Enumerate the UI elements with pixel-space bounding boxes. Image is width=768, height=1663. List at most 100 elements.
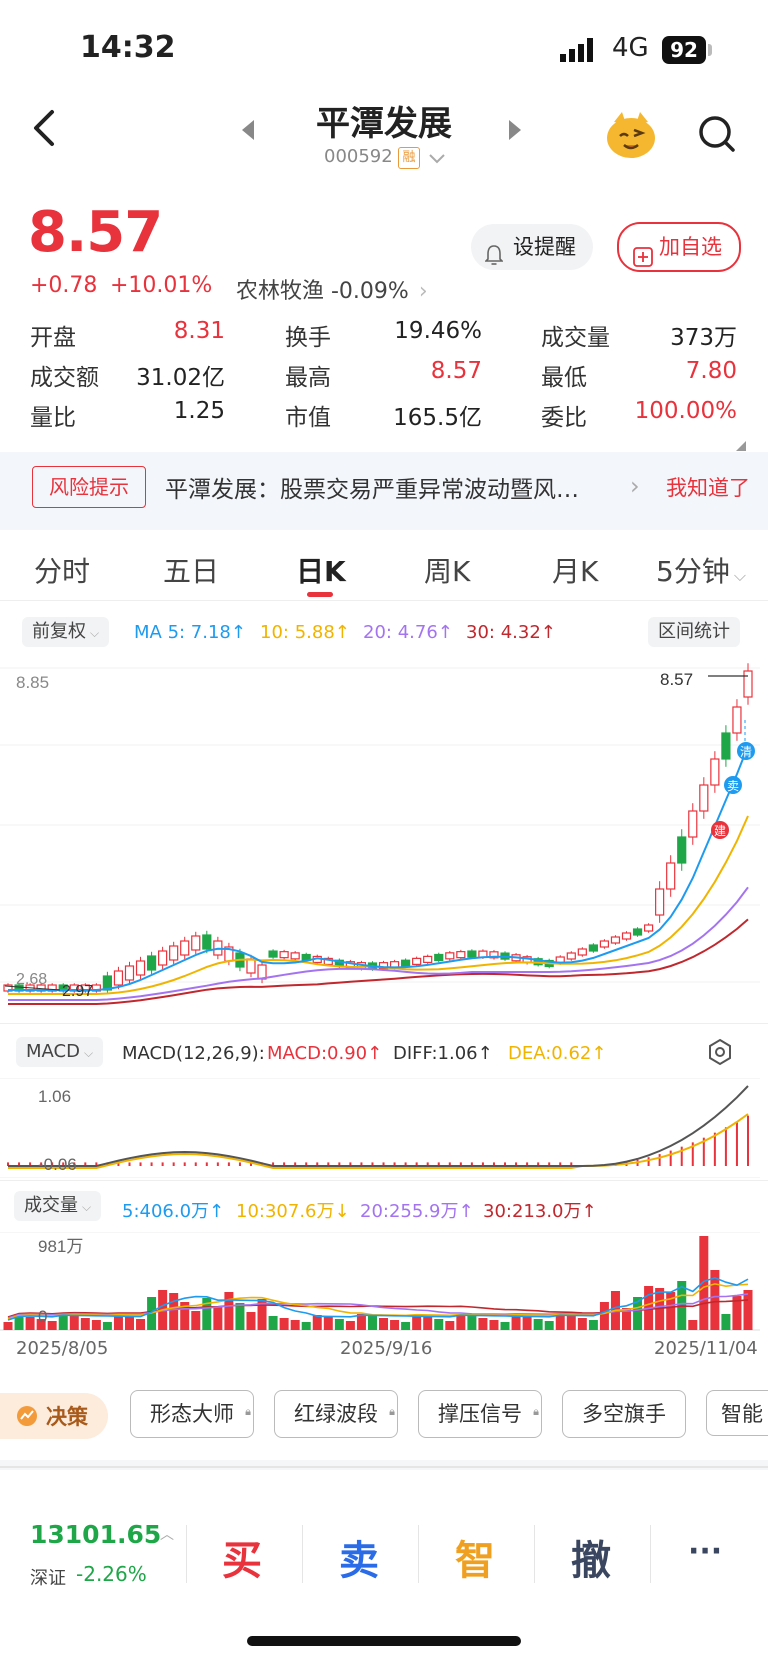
mascot-icon[interactable] — [604, 110, 658, 164]
chevron-right-icon: › — [418, 279, 428, 304]
adjust-selector[interactable]: 前复权 ⌵ — [22, 617, 110, 647]
tab-five-day[interactable]: 五日 — [163, 550, 219, 590]
margin-badge: 融 — [398, 147, 420, 169]
separator — [302, 1525, 303, 1583]
index-change: -2.26% — [76, 1562, 147, 1586]
sell-marker[interactable]: 卖 — [724, 776, 742, 794]
volume-bar — [224, 1292, 234, 1330]
candle — [632, 928, 643, 936]
volume-chart[interactable]: 981万 0 — [0, 1232, 768, 1332]
volume-bar — [246, 1312, 256, 1330]
volume-bar — [599, 1302, 609, 1330]
set-reminder-button[interactable]: 设提醒 — [471, 224, 593, 270]
decision-button[interactable]: 决策 — [0, 1393, 108, 1439]
next-stock-icon[interactable] — [507, 118, 523, 146]
candle — [279, 951, 289, 959]
buy-button[interactable]: 买 — [222, 1528, 262, 1586]
candle — [599, 940, 610, 948]
volume-bar — [345, 1321, 355, 1330]
signal-icon — [560, 38, 600, 66]
volume-bar — [213, 1307, 223, 1330]
build-marker[interactable]: 建 — [711, 821, 729, 839]
candle — [677, 836, 687, 864]
tool-red-green-band[interactable]: 红绿波段 🔒︎ — [274, 1390, 398, 1438]
chevron-down-icon[interactable] — [428, 150, 446, 169]
volume-bar — [434, 1319, 444, 1330]
chevron-down-icon: ⌵ — [83, 1046, 94, 1060]
volume-bar — [423, 1317, 433, 1330]
macd-selector[interactable]: MACD ⌵ — [16, 1037, 104, 1067]
stat-label: 成交量 — [541, 325, 610, 351]
volume-zero-label: 0 — [38, 1307, 47, 1326]
candle — [290, 952, 300, 960]
range-stat-button[interactable]: 区间统计 — [648, 617, 740, 647]
add-watchlist-button[interactable]: 加自选 — [617, 222, 741, 272]
cancel-order-button[interactable]: 撤 — [571, 1528, 611, 1586]
date-end: 2025/11/04 — [654, 1338, 758, 1359]
qing-marker-label: 清 — [740, 745, 752, 759]
volume-bar — [500, 1322, 510, 1330]
candle — [467, 950, 477, 958]
stat-value: 8.31 — [173, 318, 225, 344]
tool-smart[interactable]: 智能 — [706, 1390, 768, 1436]
macd-bottom-label: -0.06 — [38, 1155, 77, 1174]
tab-minute[interactable]: 分时 — [34, 550, 90, 590]
tool-bull-bear-flag[interactable]: 多空旗手 — [562, 1390, 686, 1438]
tab-daily-k[interactable]: 日K — [296, 550, 346, 590]
qing-marker[interactable]: 清 — [737, 742, 755, 760]
candle — [113, 970, 124, 986]
stat-label: 换手 — [285, 325, 331, 351]
industry-link[interactable]: 农林牧渔 -0.09% › — [236, 273, 428, 305]
diff-line — [8, 1085, 749, 1167]
candle — [202, 934, 212, 950]
stock-code: 000592 — [324, 146, 393, 167]
candle — [688, 810, 698, 838]
candle — [566, 952, 576, 960]
volume-selector[interactable]: 成交量 ⌵ — [14, 1191, 102, 1221]
volume-bar — [191, 1311, 201, 1330]
separator — [534, 1525, 535, 1583]
candle — [423, 955, 433, 963]
stat-value: 373万 — [670, 325, 737, 351]
smart-button[interactable]: 智 — [455, 1528, 495, 1586]
network-type: 4G — [612, 33, 649, 63]
stat-label: 委比 — [541, 405, 587, 431]
volume-bar — [334, 1319, 344, 1330]
lock-icon: 🔒︎ — [389, 1405, 395, 1418]
current-price: 8.57 — [28, 200, 163, 265]
stat-value: 19.46% — [394, 318, 482, 344]
tab-5min[interactable]: 5分钟 ⌵ — [656, 550, 746, 590]
index-value[interactable]: 13101.65 — [30, 1520, 161, 1549]
macd-chart[interactable]: 1.06 -0.06 — [0, 1078, 768, 1178]
tool-support-pressure[interactable]: 撑压信号 🔒︎ — [418, 1390, 542, 1438]
bell-icon — [484, 236, 504, 282]
search-icon[interactable] — [697, 114, 737, 158]
vol5-legend: 5:406.0万↑ — [122, 1201, 225, 1222]
risk-dismiss-button[interactable]: 我知道了 — [666, 472, 750, 502]
candle — [124, 965, 135, 981]
candle — [135, 960, 146, 976]
candle — [169, 945, 179, 961]
macd-top-label: 1.06 — [38, 1087, 71, 1106]
separator — [186, 1525, 187, 1583]
risk-text[interactable]: 平潭发展：股票交易严重异常波动暨风… — [165, 470, 615, 504]
tool-label: 形态大师 — [150, 1402, 234, 1426]
volume-bar — [522, 1317, 532, 1330]
volume-bar — [489, 1320, 499, 1330]
tab-weekly-k[interactable]: 周K — [424, 550, 470, 590]
more-button[interactable]: ··· — [688, 1534, 722, 1569]
candle — [721, 732, 731, 760]
stat-label: 成交额 — [30, 365, 99, 391]
chevron-down-icon: ⌵ — [82, 1200, 92, 1214]
chevron-up-icon[interactable]: ︿ — [160, 1524, 174, 1544]
candle — [257, 964, 267, 980]
stat-label: 量比 — [30, 405, 76, 431]
candle — [643, 924, 654, 932]
stat-value: 31.02亿 — [136, 365, 225, 391]
tab-monthly-k[interactable]: 月K — [552, 550, 598, 590]
high-price-label: 8.57 — [660, 670, 693, 689]
sell-button[interactable]: 卖 — [339, 1528, 379, 1586]
settings-gear-icon[interactable] — [706, 1038, 734, 1070]
tool-pattern-master[interactable]: 形态大师 🔒︎ — [130, 1390, 254, 1438]
kline-chart[interactable]: 8.57 8.85 2.68 2.97 清 卖 建 — [0, 660, 768, 1020]
